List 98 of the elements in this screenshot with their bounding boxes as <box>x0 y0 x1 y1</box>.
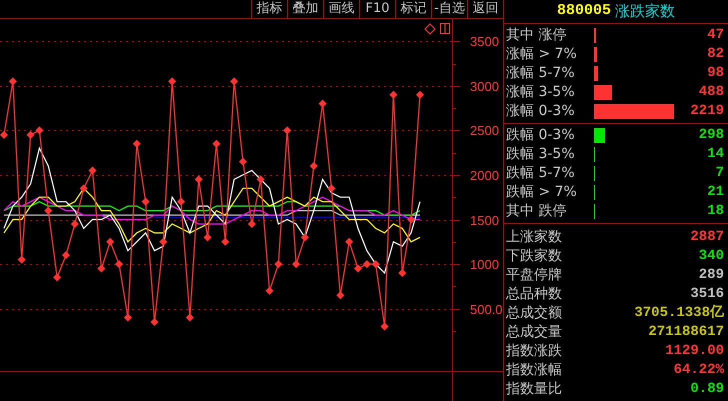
data-point <box>362 260 371 268</box>
data-point <box>80 184 88 192</box>
count-value: 21 <box>707 182 724 202</box>
data-point <box>124 314 132 322</box>
count-value: 98 <box>707 64 724 82</box>
data-point <box>221 238 230 246</box>
stat-value: 271188617 <box>648 322 724 342</box>
data-point <box>300 233 309 242</box>
stat-label: 指数涨跌 <box>506 342 563 360</box>
row-label: 涨幅 3-5% <box>506 82 576 102</box>
axis-label: 1000 <box>470 257 499 272</box>
stat-value: 3516 <box>690 284 724 304</box>
data-point <box>283 126 292 134</box>
stat-value: 1129.00 <box>665 342 724 360</box>
stat-label: 总成交额 <box>506 304 563 322</box>
data-point <box>26 130 35 139</box>
data-point <box>97 264 106 273</box>
stat-value: 3705.1338亿 <box>634 304 724 322</box>
data-point <box>177 198 186 206</box>
data-point <box>62 251 70 260</box>
data-point <box>88 166 96 174</box>
data-point <box>274 260 282 268</box>
count-value: 2219 <box>690 102 724 120</box>
data-point <box>168 77 176 86</box>
stat-value: 289 <box>698 266 724 284</box>
count-value: 82 <box>707 44 724 64</box>
data-point <box>18 256 26 264</box>
row-label: 跌幅 > 7% <box>506 182 578 202</box>
data-point <box>336 291 344 300</box>
data-point <box>44 206 52 215</box>
row-label: 其中 跌停 <box>506 202 568 220</box>
stat-label: 总成交量 <box>506 322 563 342</box>
data-point <box>416 90 424 99</box>
data-point <box>70 220 79 228</box>
data-point <box>310 162 318 170</box>
stat-label: 上涨家数 <box>506 228 563 246</box>
data-point <box>398 268 406 277</box>
data-point <box>345 238 354 246</box>
data-point <box>0 130 8 139</box>
stat-label: 总品种数 <box>506 284 563 304</box>
stat-label: 指数量比 <box>506 380 563 398</box>
row-label: 跌幅 0-3% <box>506 126 576 144</box>
index-code: 880005 <box>556 1 611 21</box>
data-point <box>8 77 17 86</box>
count-value: 488 <box>698 82 724 102</box>
axis-label: 1500 <box>470 213 499 228</box>
axis-label: 3000 <box>470 79 499 94</box>
row-label: 涨幅 > 7% <box>506 44 578 64</box>
data-point <box>292 260 300 268</box>
stat-value: 64.22% <box>674 360 724 380</box>
data-point <box>53 273 62 282</box>
data-point <box>266 286 274 295</box>
axis-label: 2500 <box>470 123 499 138</box>
data-point <box>230 77 238 86</box>
axis-label: 2000 <box>470 168 499 183</box>
data-point <box>106 238 114 246</box>
count-value: 14 <box>707 144 724 164</box>
stat-label: 下跌家数 <box>506 246 563 266</box>
row-label: 涨幅 0-3% <box>506 102 576 120</box>
data-point <box>238 158 247 166</box>
data-point <box>132 140 141 148</box>
data-point <box>318 100 327 108</box>
stat-label: 指数涨幅 <box>506 360 563 380</box>
toolbar-button[interactable]: -自选 <box>431 0 467 18</box>
row-label: 涨幅 5-7% <box>506 64 576 82</box>
count-value: 18 <box>707 202 724 220</box>
data-point <box>354 264 362 273</box>
data-point <box>115 260 124 268</box>
row-label: 跌幅 5-7% <box>506 164 576 182</box>
data-point <box>372 260 380 268</box>
stat-value: 2887 <box>690 228 724 246</box>
data-point <box>328 184 336 192</box>
stat-value: 340 <box>698 246 724 266</box>
data-point <box>389 90 398 99</box>
split-box-icon[interactable] <box>440 23 450 34</box>
axis-label: 500.0 <box>470 302 503 317</box>
data-point <box>212 140 220 148</box>
data-point <box>35 126 44 134</box>
data-point <box>142 198 150 206</box>
stat-label: 平盘停牌 <box>506 266 563 284</box>
row-label: 其中 涨停 <box>506 26 568 44</box>
axis-label: 3500 <box>470 34 499 49</box>
count-value: 7 <box>716 164 724 182</box>
data-point <box>204 233 212 242</box>
panel-title: 涨跌家数 <box>615 1 675 22</box>
diamond-icon[interactable] <box>424 23 436 35</box>
data-point <box>248 220 256 228</box>
stat-value: 0.89 <box>690 380 724 398</box>
data-point <box>407 216 416 224</box>
data-point <box>256 175 265 184</box>
row-label: 跌幅 3-5% <box>506 144 576 164</box>
data-point <box>194 175 203 184</box>
count-value: 47 <box>707 26 724 44</box>
data-point <box>150 318 158 326</box>
data-point <box>186 314 194 322</box>
data-point <box>159 238 168 246</box>
data-point <box>380 322 389 330</box>
count-value: 298 <box>698 126 724 144</box>
